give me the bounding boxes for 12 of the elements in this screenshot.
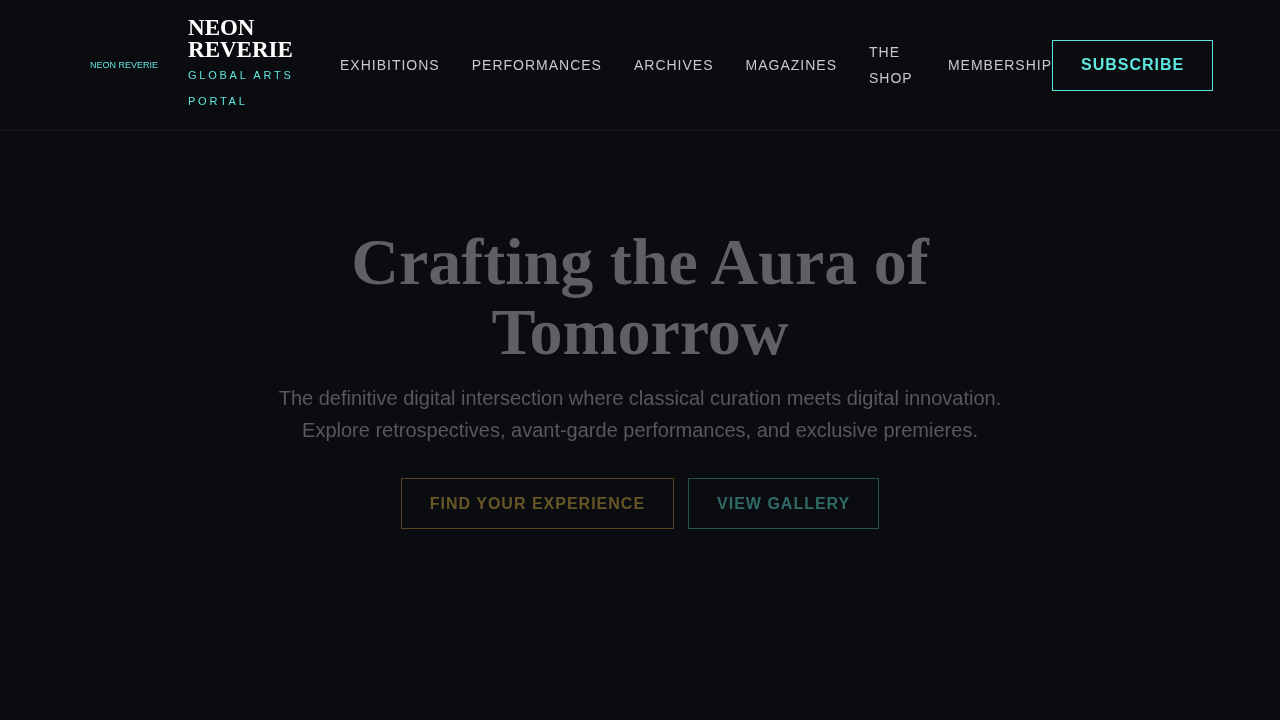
subscribe-button[interactable]: SUBSCRIBE [1052, 39, 1214, 91]
hero-description: The definitive digital intersection where classical curation meets digital innovation. Explore retrospectives, avant-garde performances, and exclusive premieres. [277, 386, 1003, 443]
hero-headline: Crafting the Aura of Tomorrow [350, 227, 931, 367]
brand-title: NEON REVERIE [188, 16, 294, 61]
nav-link[interactable]: ARCHIVES [633, 52, 714, 78]
logo-link[interactable]: NEON REVERIE [90, 60, 158, 70]
nav-link[interactable]: THE SHOP [869, 39, 916, 91]
nav-link[interactable]: MAGAZINES [745, 52, 837, 78]
brand-tagline: GLOBAL ARTS PORTAL [188, 67, 295, 109]
nav-link[interactable]: EXHIBITIONS [340, 52, 440, 78]
nav-link[interactable]: PERFORMANCES [471, 52, 602, 78]
nav-link[interactable]: MEMBERSHIP [947, 52, 1052, 78]
